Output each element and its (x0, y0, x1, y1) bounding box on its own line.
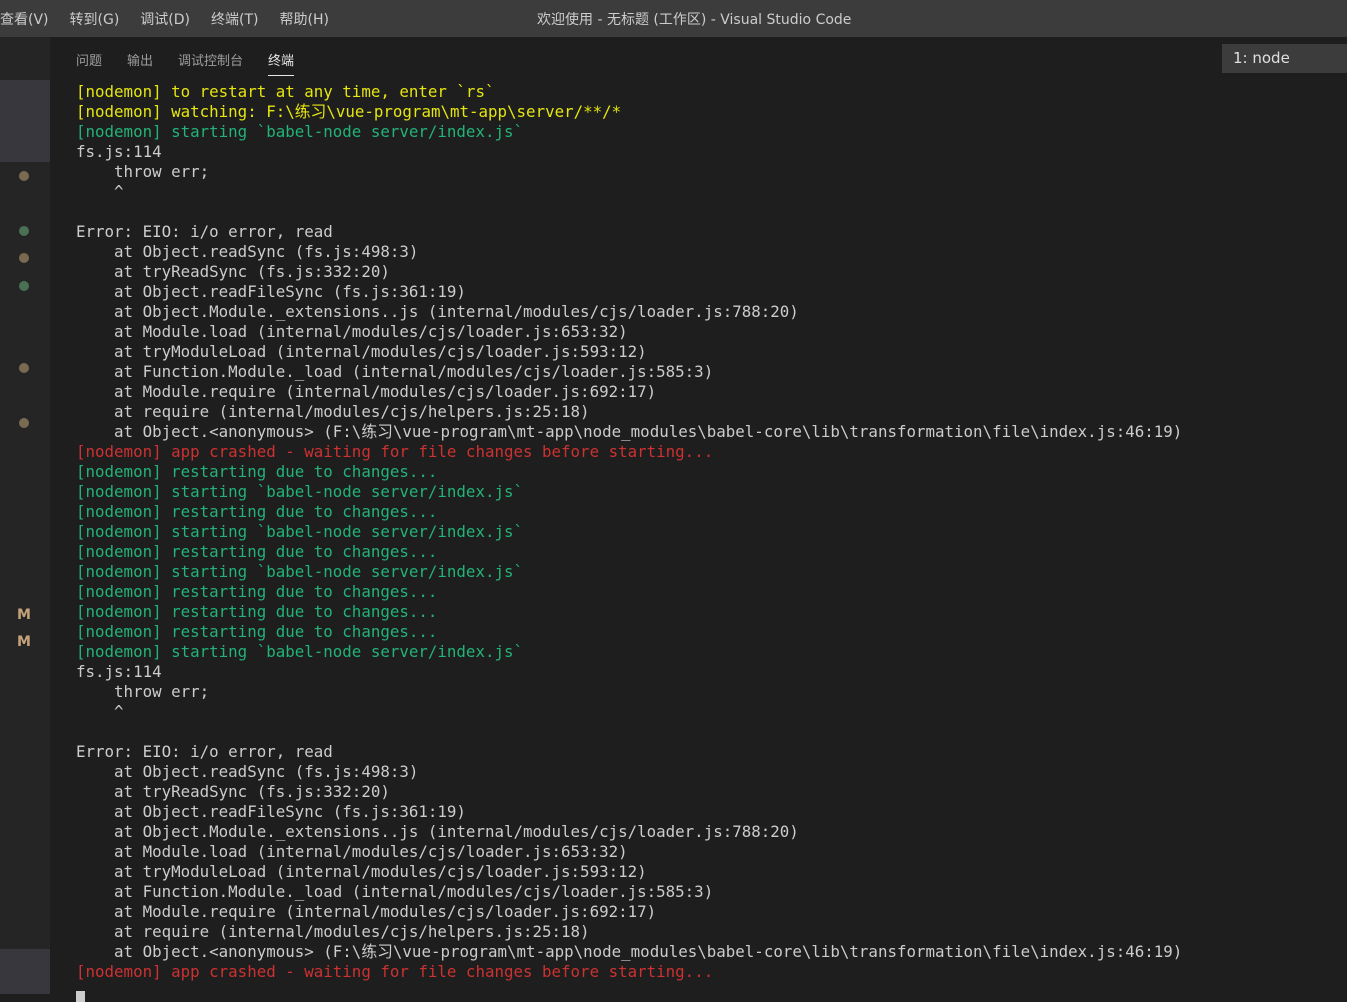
terminal-line: [nodemon] starting `babel-node server/in… (76, 642, 523, 661)
terminal-line: at Object.<anonymous> (F:\练习\vue-program… (76, 422, 1183, 441)
terminal-line: at Object.Module._extensions..js (intern… (76, 302, 799, 321)
modified-mark: M (17, 607, 31, 623)
terminal-line: at Function.Module._load (internal/modul… (76, 362, 714, 381)
terminal-line: at tryModuleLoad (internal/modules/cjs/l… (76, 342, 647, 361)
added-dot-icon (19, 226, 29, 236)
terminal-line: at Module.require (internal/modules/cjs/… (76, 902, 657, 921)
terminal-line: Error: EIO: i/o error, read (76, 222, 333, 241)
terminal-line: at Function.Module._load (internal/modul… (76, 882, 714, 901)
terminal-line: [nodemon] app crashed - waiting for file… (76, 442, 714, 461)
modified-dot-icon (19, 171, 29, 181)
menu-debug[interactable]: 调试(D) (140, 9, 190, 29)
terminal-line: [nodemon] restarting due to changes... (76, 542, 438, 561)
terminal-line: [nodemon] restarting due to changes... (76, 622, 438, 641)
terminal-line: [nodemon] starting `babel-node server/in… (76, 522, 523, 541)
menu-terminal[interactable]: 终端(T) (211, 9, 258, 29)
title-bar: 查看(V) 转到(G) 调试(D) 终端(T) 帮助(H) 欢迎使用 - 无标题… (0, 0, 1347, 37)
terminal-line: at tryReadSync (fs.js:332:20) (76, 782, 390, 801)
tab-terminal[interactable]: 终端 (268, 50, 295, 76)
terminal-line: [nodemon] starting `babel-node server/in… (76, 482, 523, 501)
terminal-line: ^ (76, 182, 124, 201)
menu-help[interactable]: 帮助(H) (280, 9, 329, 29)
terminal-line: [nodemon] app crashed - waiting for file… (76, 962, 714, 981)
terminal-line: at require (internal/modules/cjs/helpers… (76, 402, 590, 421)
window-title: 欢迎使用 - 无标题 (工作区) - Visual Studio Code (537, 12, 852, 28)
terminal-cursor (76, 991, 85, 1002)
tab-output[interactable]: 输出 (127, 50, 153, 76)
tab-problems[interactable]: 问题 (76, 50, 102, 76)
modified-dot-icon (19, 363, 29, 373)
terminal-line: at Object.readFileSync (fs.js:361:19) (76, 802, 466, 821)
modified-dot-icon (19, 253, 29, 263)
sidebar-item[interactable] (0, 949, 50, 994)
terminal-line: fs.js:114 (76, 662, 162, 681)
terminal-line: at Module.require (internal/modules/cjs/… (76, 382, 657, 401)
sidebar: M M (0, 37, 50, 994)
terminal-line: ^ (76, 702, 124, 721)
terminal-line: throw err; (76, 162, 210, 181)
terminal-line: at Object.readFileSync (fs.js:361:19) (76, 282, 466, 301)
terminal-line: at Object.<anonymous> (F:\练习\vue-program… (76, 942, 1183, 961)
menu-view[interactable]: 查看(V) (0, 9, 49, 29)
menu-goto[interactable]: 转到(G) (70, 9, 120, 29)
terminal-line: [nodemon] restarting due to changes... (76, 502, 438, 521)
terminal-line: [nodemon] starting `babel-node server/in… (76, 562, 523, 581)
menu-bar: 查看(V) 转到(G) 调试(D) 终端(T) 帮助(H) (0, 9, 350, 29)
terminal-line: at Module.load (internal/modules/cjs/loa… (76, 322, 628, 341)
terminal-line: Error: EIO: i/o error, read (76, 742, 333, 761)
terminal-line: at Module.load (internal/modules/cjs/loa… (76, 842, 628, 861)
panel-tabs: 问题 输出 调试控制台 终端 (76, 50, 319, 76)
terminal-line: at tryModuleLoad (internal/modules/cjs/l… (76, 862, 647, 881)
modified-dot-icon (19, 418, 29, 428)
terminal-line: [nodemon] watching: F:\练习\vue-program\mt… (76, 102, 622, 121)
terminal-line: [nodemon] starting `babel-node server/in… (76, 122, 523, 141)
terminal-line: fs.js:114 (76, 142, 162, 161)
terminal-line: at Object.readSync (fs.js:498:3) (76, 242, 419, 261)
terminal-line: at require (internal/modules/cjs/helpers… (76, 922, 590, 941)
sidebar-selected-item[interactable] (0, 80, 50, 162)
terminal-line: throw err; (76, 682, 210, 701)
terminal-line: [nodemon] to restart at any time, enter … (76, 82, 495, 101)
terminal-line: at Object.readSync (fs.js:498:3) (76, 762, 419, 781)
terminal-line: at tryReadSync (fs.js:332:20) (76, 262, 390, 281)
terminal-line: [nodemon] restarting due to changes... (76, 602, 438, 621)
terminal-prompt-line (76, 982, 1182, 1002)
terminal-line: [nodemon] restarting due to changes... (76, 582, 438, 601)
added-dot-icon (19, 281, 29, 291)
terminal-output[interactable]: [nodemon] to restart at any time, enter … (76, 82, 1182, 1002)
terminal-select[interactable]: 1: node (1222, 44, 1347, 73)
modified-mark: M (17, 634, 31, 650)
terminal-line: [nodemon] restarting due to changes... (76, 462, 438, 481)
tab-debug-console[interactable]: 调试控制台 (178, 50, 243, 76)
terminal-line: at Object.Module._extensions..js (intern… (76, 822, 799, 841)
